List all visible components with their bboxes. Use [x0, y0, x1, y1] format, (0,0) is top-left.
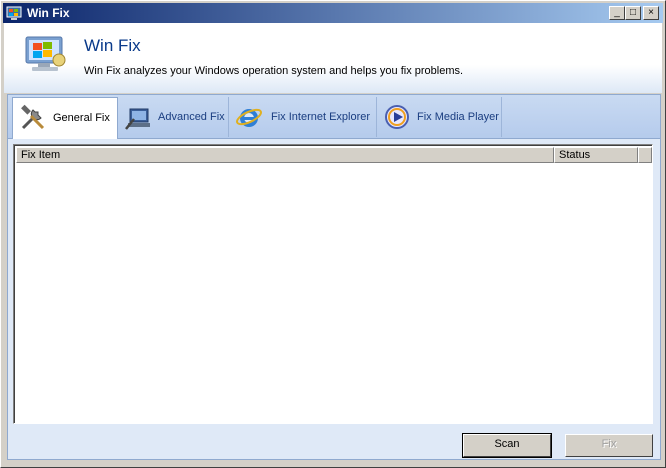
- fix-items-table[interactable]: Fix Item Status: [13, 144, 653, 424]
- internet-explorer-icon: [236, 108, 262, 127]
- tab-label: General Fix: [53, 112, 110, 124]
- monitor-logo-icon: [25, 36, 66, 71]
- tab-label: Advanced Fix: [158, 111, 225, 123]
- tab-label: Fix Internet Explorer: [271, 111, 371, 123]
- app-icon: [6, 6, 22, 20]
- tab-advanced-fix[interactable]: Advanced Fix: [118, 97, 229, 137]
- tab-fix-internet-explorer[interactable]: Fix Internet Explorer: [229, 97, 377, 137]
- window-title: Win Fix: [27, 6, 70, 20]
- table-header: Fix Item Status: [16, 147, 652, 163]
- computer-tools-icon: [125, 108, 150, 130]
- minimize-button[interactable]: _: [609, 6, 625, 20]
- column-header-fix-item[interactable]: Fix Item: [16, 147, 554, 163]
- tab-general-fix[interactable]: General Fix: [12, 97, 118, 139]
- tab-strip: General Fix Advanced Fix Fix Internet Ex…: [8, 95, 660, 139]
- header-banner: Win Fix Win Fix analyzes your Windows op…: [4, 23, 662, 93]
- app-window: Win Fix _ □ × Win Fix Win Fix analyzes y…: [0, 0, 666, 468]
- scan-button[interactable]: Scan: [462, 433, 552, 458]
- tab-label: Fix Media Player: [417, 111, 499, 123]
- page-subtitle: Win Fix analyzes your Windows operation …: [84, 65, 464, 77]
- media-player-icon: [385, 105, 409, 129]
- fix-button[interactable]: Fix: [565, 434, 653, 457]
- column-header-filler: [638, 147, 652, 163]
- maximize-button[interactable]: □: [625, 6, 641, 20]
- column-header-status[interactable]: Status: [554, 147, 638, 163]
- close-button[interactable]: ×: [643, 6, 659, 20]
- tab-fix-media-player[interactable]: Fix Media Player: [377, 97, 502, 137]
- tab-panel: General Fix Advanced Fix Fix Internet Ex…: [7, 94, 661, 460]
- page-title: Win Fix: [84, 36, 141, 55]
- tools-icon: [21, 104, 45, 130]
- title-bar[interactable]: Win Fix _ □ ×: [3, 3, 663, 23]
